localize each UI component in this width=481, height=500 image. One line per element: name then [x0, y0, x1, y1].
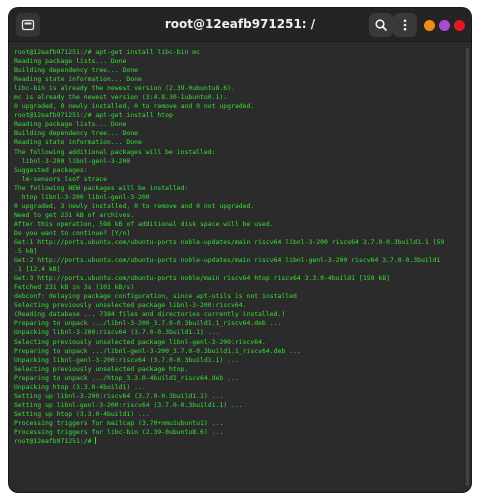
terminal-line: Processing triggers for libc-bin (2.39-0… [14, 427, 224, 436]
terminal-line: Setting up htop (3.3.0-4build1) ... [14, 409, 150, 418]
terminal-line: Reading package lists... Done [14, 57, 127, 66]
terminal-line: Reading package lists... Done [14, 120, 127, 129]
terminal-line: Selecting previously unselected package … [14, 364, 189, 373]
terminal-line: debconf: delaying package configuration,… [14, 292, 297, 301]
terminal-line: 0 upgraded, 3 newly installed, 0 to remo… [14, 201, 255, 210]
terminal-line: libc-bin is already the newest version (… [14, 84, 235, 93]
maximize-button[interactable] [439, 20, 450, 31]
menu-button[interactable] [393, 13, 417, 37]
terminal-line: .1 [12.4 kB] [14, 265, 61, 274]
close-button[interactable] [454, 20, 465, 31]
terminal-line: Building dependency tree... Done [14, 129, 139, 138]
terminal-line: After this operation, 598 kB of addition… [14, 219, 274, 228]
scroll-thumb[interactable] [466, 48, 469, 486]
scrollbar[interactable] [465, 48, 469, 486]
title-bar: root@12eafb971251: / [9, 8, 471, 42]
terminal-output[interactable]: root@12eafb971251:/# apt-get install lib… [14, 46, 458, 488]
terminal-line: .5 kB] [14, 247, 38, 256]
terminal-line: Unpacking libnl-genl-3-200:riscv64 (3.7.… [14, 355, 239, 364]
terminal-line: root@12eafb971251:/# apt-get install lib… [14, 48, 201, 56]
terminal-line: Setting up libnl-genl-3-200:riscv64 (3.7… [14, 400, 243, 409]
terminal-line: Get:2 http://ports.ubuntu.com/ubuntu-por… [14, 256, 441, 265]
terminal-line: htop libnl-3-200 libnl-genl-3-200 [14, 192, 150, 201]
terminal-line: The following NEW packages will be insta… [14, 183, 189, 192]
terminal-line: Fetched 231 kB in 3s (101 kB/s) [14, 283, 135, 292]
terminal-line: Get:1 http://ports.ubuntu.com/ubuntu-por… [14, 237, 445, 246]
text-cursor [95, 437, 97, 445]
terminal-line: Suggested packages: [14, 165, 88, 174]
kebab-menu-icon [403, 19, 407, 31]
shell-prompt: root@12eafb971251:/# [14, 437, 96, 446]
terminal-line: mc is already the newest version (3:4.8.… [14, 93, 228, 102]
terminal-line: Reading state information... Done [14, 138, 142, 147]
terminal-line: Selecting previously unselected package … [14, 337, 266, 346]
terminal-line: Need to get 231 kB of archives. [14, 210, 135, 219]
terminal-window: root@12eafb971251: / root@12eafb971251:/… [9, 8, 471, 492]
terminal-line: root@12eafb971251:/# apt-get install hto… [14, 111, 173, 120]
minimize-button[interactable] [424, 20, 435, 31]
terminal-line: Preparing to unpack .../libnl-genl-3-200… [14, 346, 301, 355]
terminal-line: Building dependency tree... Done [14, 66, 139, 75]
terminal-line: (Reading database ... 7384 files and dir… [14, 310, 286, 319]
terminal-line: Selecting previously unselected package … [14, 301, 247, 310]
terminal-prompt-line[interactable]: root@12eafb971251:/# [14, 437, 458, 446]
terminal-line: Do you want to continue? [Y/n] [14, 228, 131, 237]
terminal-line: The following additional packages will b… [14, 147, 216, 156]
terminal-line: libnl-3-200 libnl-genl-3-200 [14, 156, 131, 165]
terminal-line: Unpacking libnl-3-200:riscv64 (3.7.0-0.3… [14, 328, 220, 337]
terminal-line: Get:3 http://ports.ubuntu.com/ubuntu-por… [14, 274, 390, 283]
terminal-line: Preparing to unpack .../libnl-3-200_3.7.… [14, 319, 282, 328]
terminal-line: Setting up libnl-3-200:riscv64 (3.7.0-0.… [14, 391, 224, 400]
search-icon [375, 19, 387, 31]
terminal-line: Processing triggers for mailcap (3.70+nm… [14, 418, 224, 427]
terminal-line: Preparing to unpack .../htop_3.3.0-4buil… [14, 373, 239, 382]
terminal-line: lm-sensors lsof strace [14, 174, 108, 183]
search-button[interactable] [369, 13, 393, 37]
terminal-line: 0 upgraded, 0 newly installed, 0 to remo… [14, 102, 255, 111]
terminal-line: Reading state information... Done [14, 75, 142, 84]
terminal-line: Unpacking htop (3.3.0-4build1) ... [14, 382, 146, 391]
